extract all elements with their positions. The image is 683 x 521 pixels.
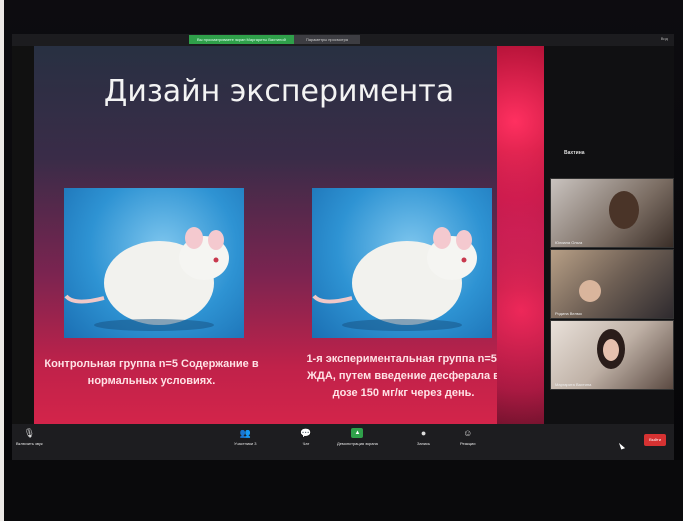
share-screen-label: Демонстрация экрана (337, 441, 378, 446)
participants-label: Участники (234, 441, 254, 446)
reactions-icon: ☺ (463, 428, 473, 438)
rat-photo-left (64, 188, 244, 338)
chat-button[interactable]: 💬 Чат (300, 428, 312, 446)
chat-icon: 💬 (300, 428, 312, 438)
zoom-window: Вы просматриваете экран Маргариты Вахтин… (12, 34, 674, 460)
monitor-bezel (4, 460, 683, 521)
chat-label: Чат (302, 441, 310, 446)
reactions-button[interactable]: ☺ Реакции (460, 428, 475, 446)
shared-slide: Дизайн эксперимента Контрольная группа n… (34, 46, 524, 424)
control-group-caption: Контрольная группа n=5 Содержание в норм… (44, 358, 259, 387)
participants-count: 3 (254, 441, 257, 446)
view-options-button[interactable]: Параметры просмотра (293, 35, 361, 44)
record-label: Запись (417, 441, 431, 446)
unmute-button[interactable]: 🎙 Включить звук (16, 428, 43, 446)
top-bar: Вы просматриваете экран Маргариты Вахтин… (12, 34, 674, 46)
experimental-group-caption: 1-я экспериментальная группа n=5; ЖДА, п… (306, 353, 501, 399)
view-button[interactable]: Вид (661, 36, 668, 41)
monitor: Вы просматриваете экран Маргариты Вахтин… (4, 0, 683, 521)
sharing-label: Вы просматриваете экран Маргариты Вахтин… (189, 35, 294, 44)
participant-video-tile[interactable]: Родина Велмо (550, 249, 674, 319)
video-panel: Вахтина Юлиана Ольга Родина Велмо Маргар… (544, 46, 674, 424)
share-banner: Вы просматриваете экран Маргариты Вахтин… (189, 35, 361, 44)
unmute-label: Включить звук (16, 441, 43, 446)
participants-button[interactable]: 👥 Участники 3 (234, 428, 256, 446)
share-screen-button[interactable]: ▲ Демонстрация экрана (337, 428, 378, 446)
participants-icon: 👥 (239, 428, 251, 438)
participant-name: Юлиана Ольга (555, 240, 583, 245)
rat-photo-right (312, 188, 492, 338)
participant-video-tile[interactable]: Юлиана Ольга (550, 178, 674, 248)
reactions-label: Реакции (460, 441, 476, 446)
active-speaker-name: Вахтина (564, 150, 585, 156)
participant-video-tile[interactable]: Маргарита Вахтина (550, 320, 674, 390)
participant-name: Маргарита Вахтина (555, 382, 592, 387)
leave-meeting-button[interactable]: Выйти (644, 434, 666, 446)
slide-title: Дизайн эксперимента (103, 74, 455, 109)
meeting-toolbar: 🎙 Включить звук 👥 Участники 3 💬 Чат ▲ Де… (12, 424, 674, 460)
record-button[interactable]: ● Запись (417, 428, 430, 446)
mic-icon: 🎙 (23, 428, 36, 438)
participant-name: Родина Велмо (555, 311, 582, 316)
record-icon: ● (420, 428, 427, 438)
share-screen-icon: ▲ (351, 428, 364, 438)
